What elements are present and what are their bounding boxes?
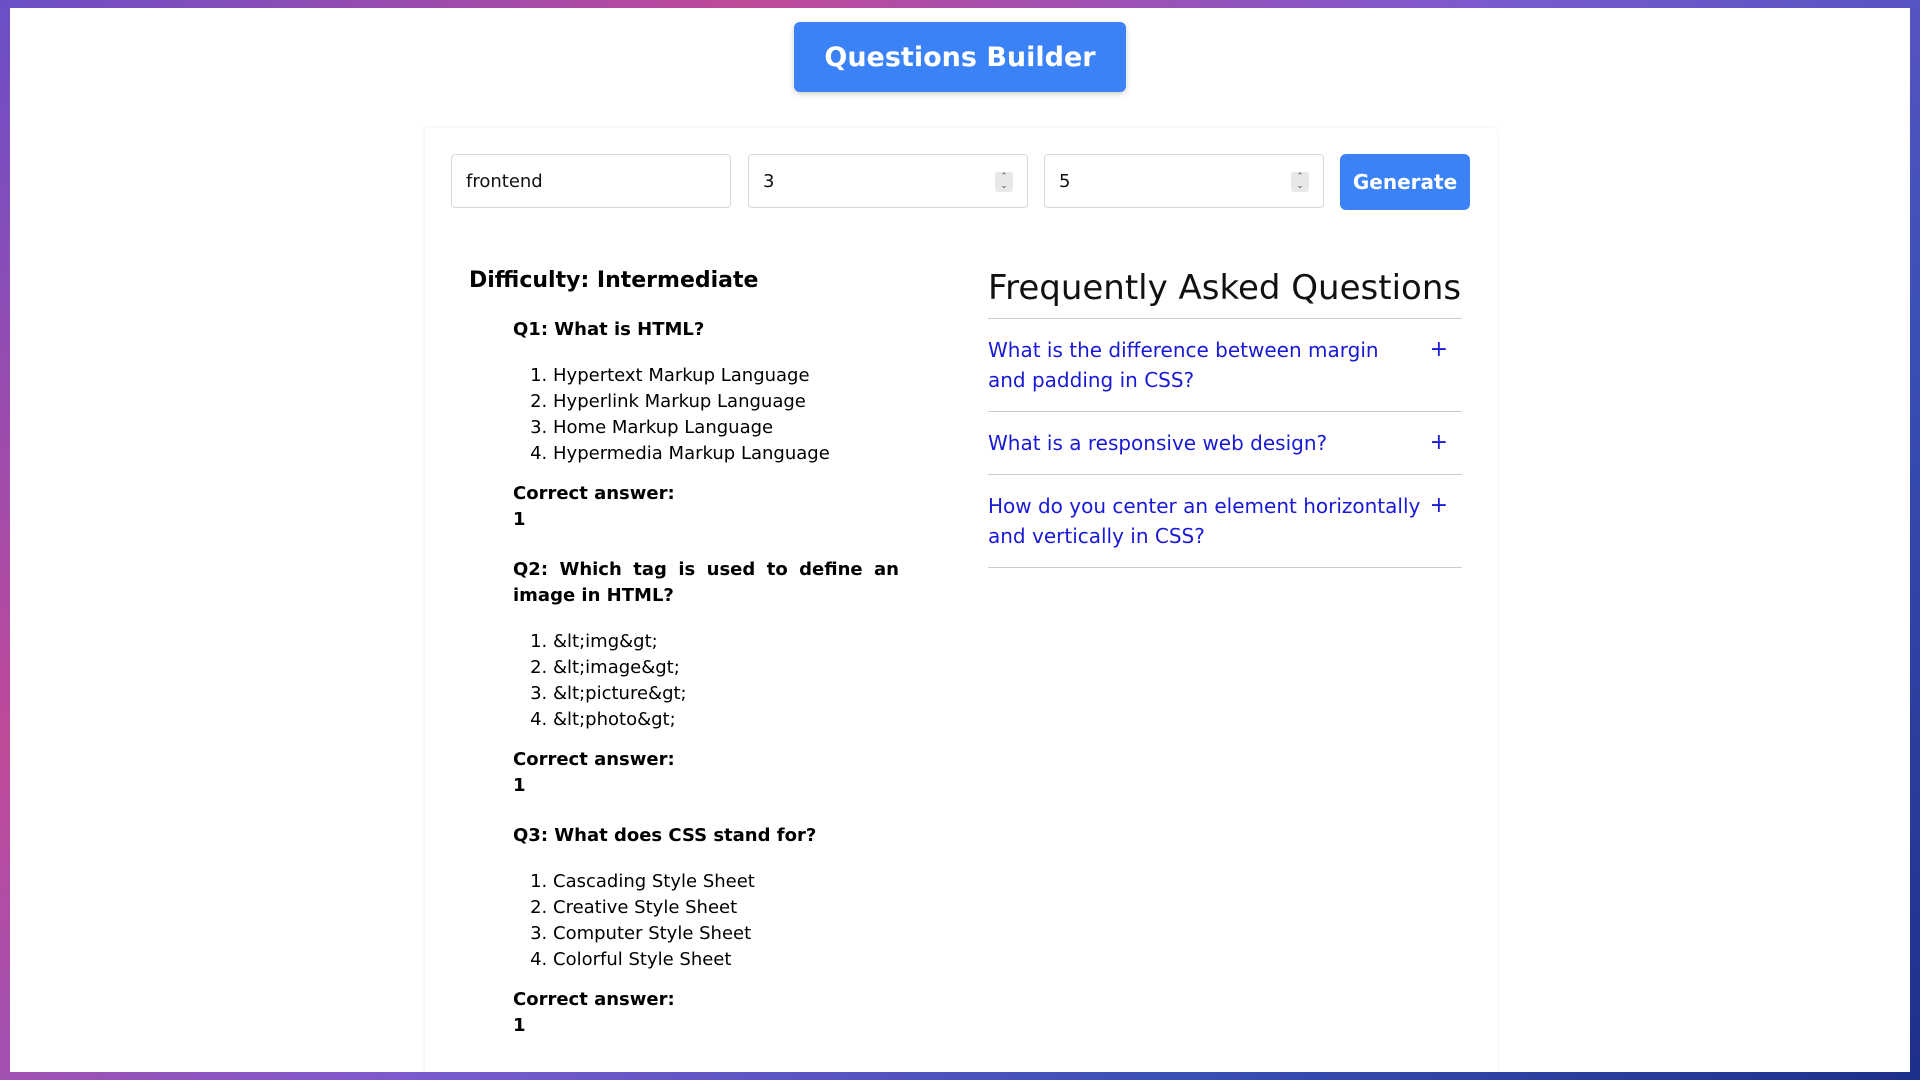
controls-bar: frontend 3 ⌃ ⌄ 5 ⌃ ⌄ Generate xyxy=(451,154,1471,210)
faq-item[interactable]: What is a responsive web design? + xyxy=(988,412,1462,475)
correct-answer-value: 1 xyxy=(513,1015,526,1036)
option-item: Colorful Style Sheet xyxy=(553,947,899,973)
option-item: Computer Style Sheet xyxy=(553,921,899,947)
faq-question: What is a responsive web design? xyxy=(988,431,1328,455)
questions-builder-button[interactable]: Questions Builder xyxy=(794,22,1126,92)
option-item: &lt;image&gt; xyxy=(553,655,899,681)
option-item: Hypertext Markup Language xyxy=(553,363,899,389)
num-options-input[interactable]: 5 ⌃ ⌄ xyxy=(1044,154,1324,208)
correct-answer-label: Correct answer: xyxy=(513,749,675,770)
generate-button[interactable]: Generate xyxy=(1340,154,1470,210)
plus-icon[interactable]: + xyxy=(1430,428,1448,458)
num-questions-input[interactable]: 3 ⌃ ⌄ xyxy=(748,154,1028,208)
spinner-icon[interactable]: ⌃ ⌄ xyxy=(1291,172,1309,192)
correct-answer-label: Correct answer: xyxy=(513,483,675,504)
builder-card: frontend 3 ⌃ ⌄ 5 ⌃ ⌄ Generate Difficulty: … xyxy=(425,128,1497,1072)
option-item: Hypermedia Markup Language xyxy=(553,441,899,467)
correct-answer-label: Correct answer: xyxy=(513,989,675,1010)
page: Questions Builder frontend 3 ⌃ ⌄ 5 ⌃ ⌄ Gen… xyxy=(10,8,1910,1072)
option-item: &lt;photo&gt; xyxy=(553,707,899,733)
spinner-icon[interactable]: ⌃ ⌄ xyxy=(995,172,1013,192)
correct-answer-value: 1 xyxy=(513,509,526,530)
option-item: Hyperlink Markup Language xyxy=(553,389,899,415)
question-title: Q1: What is HTML? xyxy=(513,319,705,340)
faq-panel: Frequently Asked Questions What is the d… xyxy=(988,268,1462,568)
option-item: Home Markup Language xyxy=(553,415,899,441)
quiz-panel: Difficulty: Intermediate Q1: What is HTM… xyxy=(469,268,929,1039)
option-item: Cascading Style Sheet xyxy=(553,869,899,895)
num-questions-value: 3 xyxy=(763,170,775,192)
option-item: &lt;picture&gt; xyxy=(553,681,899,707)
faq-item[interactable]: How do you center an element horizontall… xyxy=(988,475,1462,568)
question-block: Q1: What is HTML? Hypertext Markup Langu… xyxy=(513,317,899,533)
options-list: Hypertext Markup Language Hyperlink Mark… xyxy=(513,363,899,467)
correct-answer-value: 1 xyxy=(513,775,526,796)
option-item: &lt;img&gt; xyxy=(553,629,899,655)
topic-input[interactable]: frontend xyxy=(451,154,731,208)
faq-question: How do you center an element horizontall… xyxy=(988,494,1421,548)
question-block: Q3: What does CSS stand for? Cascading S… xyxy=(513,823,899,1039)
faq-item[interactable]: What is the difference between margin an… xyxy=(988,319,1462,412)
option-item: Creative Style Sheet xyxy=(553,895,899,921)
question-block: Q2: Which tag is used to define an image… xyxy=(513,557,899,799)
plus-icon[interactable]: + xyxy=(1430,335,1448,365)
faq-title: Frequently Asked Questions xyxy=(988,268,1462,319)
faq-question: What is the difference between margin an… xyxy=(988,338,1379,392)
num-options-value: 5 xyxy=(1059,170,1071,192)
question-title: Q2: Which tag is used to define an image… xyxy=(513,559,899,606)
difficulty-heading: Difficulty: Intermediate xyxy=(469,268,759,293)
question-title: Q3: What does CSS stand for? xyxy=(513,825,817,846)
options-list: Cascading Style Sheet Creative Style She… xyxy=(513,869,899,973)
plus-icon[interactable]: + xyxy=(1430,491,1448,521)
options-list: &lt;img&gt; &lt;image&gt; &lt;picture&gt… xyxy=(513,629,899,733)
